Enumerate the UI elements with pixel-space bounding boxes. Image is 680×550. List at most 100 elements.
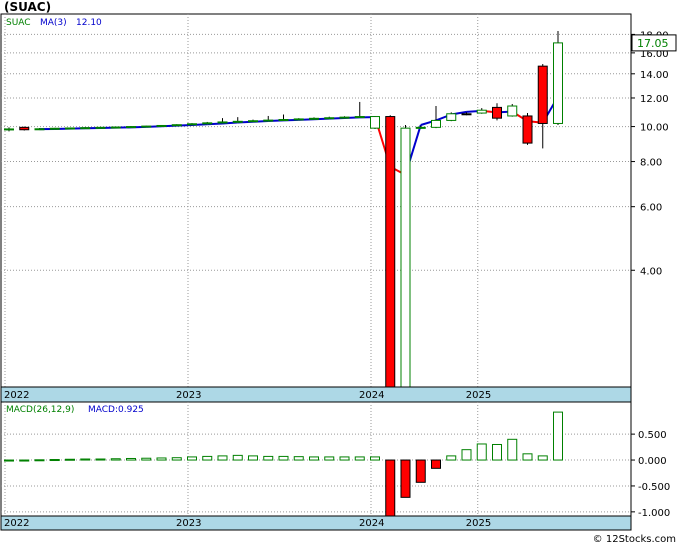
- candle-body: [447, 114, 456, 121]
- price-x-tick-label: 2022: [4, 390, 29, 401]
- macd-bar: [371, 457, 380, 460]
- macd-bar: [66, 459, 75, 460]
- macd-bar: [294, 457, 303, 460]
- price-candle: [401, 125, 410, 387]
- price-candle: [447, 112, 456, 121]
- macd-bar: [81, 459, 90, 460]
- macd-bar: [249, 456, 258, 460]
- price-candle: [20, 127, 29, 131]
- macd-bar: [538, 456, 547, 460]
- macd-bar: [111, 459, 120, 460]
- macd-bar: [401, 460, 410, 497]
- candle-body: [538, 66, 547, 123]
- candle-body: [203, 123, 212, 124]
- candle-body: [249, 121, 258, 122]
- legend-ma-label: MA(3): [40, 18, 67, 28]
- price-y-tick-label: 14.00: [640, 70, 669, 81]
- macd-bar: [493, 444, 502, 460]
- price-y-tick-label: 8.00: [640, 158, 662, 169]
- macd-y-tick-label: -0.500: [638, 482, 670, 493]
- macd-y-tick-label: -1.000: [638, 508, 670, 519]
- macd-bar: [432, 460, 441, 468]
- price-y-axis: 4.006.008.0010.0012.0014.0016.0018.00: [631, 30, 669, 277]
- candle-body: [416, 127, 425, 128]
- macd-legend-label: MACD(26,12,9): [6, 405, 74, 415]
- legend-ticker: SUAC: [6, 18, 31, 28]
- price-y-tick-label: 10.00: [640, 123, 669, 134]
- candle-body: [477, 110, 486, 113]
- macd-bar: [554, 412, 563, 460]
- candle-body: [111, 127, 120, 128]
- price-candle: [386, 115, 395, 387]
- candle-body: [66, 128, 75, 129]
- candle-body: [386, 117, 395, 387]
- legend-ma-value: 12.10: [76, 18, 102, 28]
- price-x-tick-label: 2025: [466, 390, 491, 401]
- macd-bar: [127, 458, 136, 460]
- candle-body: [172, 125, 181, 126]
- macd-bar: [508, 439, 517, 460]
- candle-body: [233, 121, 242, 122]
- candle-body: [218, 122, 227, 123]
- price-y-tick-label: 4.00: [640, 266, 662, 277]
- candle-body: [188, 124, 197, 125]
- stock-chart-figure: (SUAC) 4.006.008.0010.0012.0014.0016.001…: [0, 0, 680, 546]
- macd-bar: [279, 456, 288, 460]
- candle-body: [340, 117, 349, 118]
- macd-bar: [20, 460, 29, 461]
- macd-x-tick-label: 2023: [176, 518, 201, 529]
- macd-bar: [462, 450, 471, 460]
- macd-x-tick-label: 2024: [359, 518, 384, 529]
- price-candle: [157, 125, 166, 127]
- macd-bar: [477, 444, 486, 460]
- candle-body: [401, 128, 410, 387]
- macd-y-tick-label: 0.000: [638, 456, 667, 467]
- macd-bar: [188, 457, 197, 460]
- macd-bar: [355, 457, 364, 460]
- price-candle: [111, 127, 120, 128]
- candle-body: [432, 120, 441, 127]
- macd-x-tick-label: 2022: [4, 518, 29, 529]
- price-candle: [294, 118, 303, 120]
- macd-bar: [50, 460, 59, 461]
- candle-body: [325, 118, 334, 119]
- macd-bar: [5, 460, 14, 461]
- last-price-badge-label: 17.05: [637, 37, 669, 50]
- candle-body: [294, 119, 303, 120]
- price-candle: [508, 104, 517, 117]
- macd-bar: [325, 457, 334, 460]
- candle-body: [279, 120, 288, 121]
- price-y-tick-label: 6.00: [640, 203, 662, 214]
- candle-body: [355, 117, 364, 118]
- candle-body: [5, 129, 14, 130]
- candle-body: [508, 106, 517, 116]
- macd-bar: [264, 456, 273, 460]
- chart-title: (SUAC): [4, 0, 51, 14]
- candle-body: [523, 116, 532, 143]
- candle-body: [96, 127, 105, 128]
- candle-body: [554, 43, 563, 124]
- price-x-tick-label: 2023: [176, 390, 201, 401]
- price-y-tick-label: 12.00: [640, 94, 669, 105]
- macd-y-axis: -1.000-0.5000.0000.500: [631, 430, 670, 519]
- macd-bar: [35, 460, 44, 461]
- candle-body: [127, 127, 136, 128]
- candle-body: [462, 114, 471, 115]
- macd-bar: [447, 456, 456, 460]
- macd-bar: [157, 458, 166, 460]
- last-price-badge: 17.05: [632, 35, 676, 51]
- price-candle: [371, 116, 380, 129]
- macd-bar: [523, 454, 532, 460]
- price-candle: [554, 31, 563, 125]
- candle-body: [50, 128, 59, 129]
- candle-body: [493, 107, 502, 118]
- macd-bar: [233, 455, 242, 460]
- candle-body: [310, 118, 319, 119]
- price-candle: [66, 128, 75, 129]
- price-candle: [50, 128, 59, 129]
- chart-svg: (SUAC) 4.006.008.0010.0012.0014.0016.001…: [0, 0, 680, 546]
- price-candle: [172, 124, 181, 126]
- price-candle: [142, 126, 151, 127]
- candle-body: [157, 125, 166, 126]
- price-x-tick-label: 2024: [359, 390, 384, 401]
